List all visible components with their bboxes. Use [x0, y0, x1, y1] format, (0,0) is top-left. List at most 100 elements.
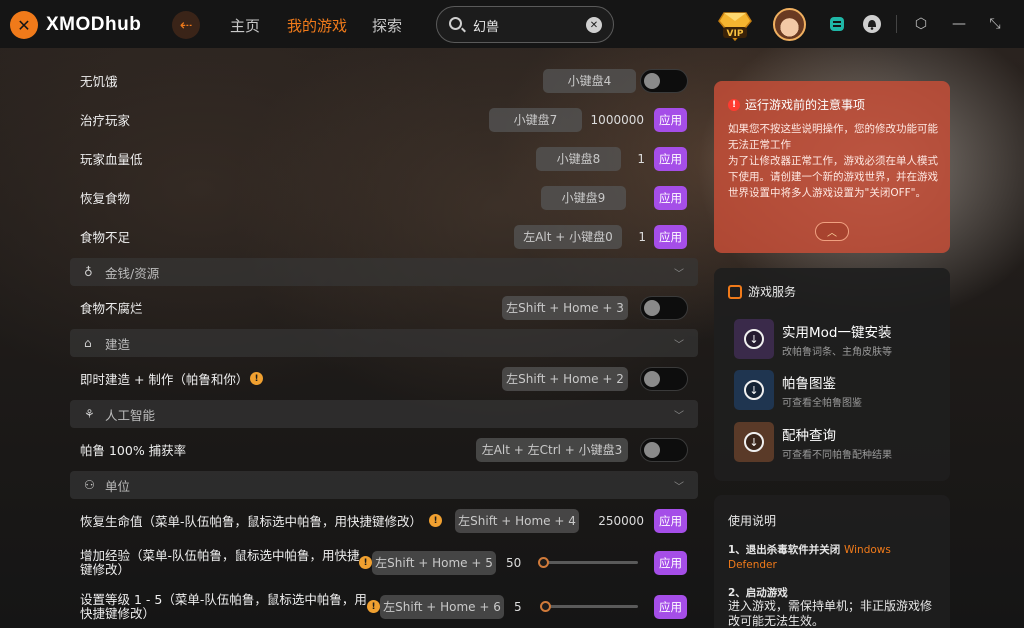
info-icon[interactable]: !	[367, 600, 380, 613]
section-money[interactable]: ♁ 金钱/资源 ﹀	[70, 258, 698, 286]
download-icon: ↓	[744, 432, 764, 452]
section-label: 建造	[105, 336, 131, 352]
value-slider[interactable]	[540, 601, 638, 612]
clear-search-icon[interactable]: ✕	[586, 17, 602, 33]
slider-thumb[interactable]	[540, 601, 551, 612]
hotkey-badge[interactable]: 小键盘9	[541, 185, 626, 210]
toggle-knob	[644, 72, 660, 89]
service-item[interactable]: ↓ 实用Mod一键安装 改帕鲁词条、主角皮肤等	[734, 316, 944, 360]
value-field[interactable]: 1	[622, 230, 646, 244]
apply-button[interactable]: 应用	[654, 594, 687, 619]
section-build[interactable]: ⌂ 建造 ﹀	[70, 329, 698, 357]
mod-row: 玩家血量低 小键盘8 1 应用	[70, 141, 694, 176]
service-name: 配种查询	[782, 428, 836, 444]
slider-thumb[interactable]	[538, 557, 549, 568]
mod-row: 恢复生命值（菜单-队伍帕鲁，鼠标选中帕鲁，用快捷键修改） ! 左Shift + …	[70, 503, 694, 538]
notice-body: 如果您不按这些说明操作，您的修改功能可能无法正常工作 为了让修改器正常工作，游戏…	[728, 123, 938, 199]
mod-row: 治疗玩家 小键盘7 1000000 应用	[70, 102, 694, 137]
nav-my-games[interactable]: 我的游戏	[287, 15, 347, 36]
info-icon[interactable]: !	[359, 556, 372, 569]
apply-button[interactable]: 应用	[654, 185, 687, 210]
section-ai[interactable]: ⚘ 人工智能 ﹀	[70, 400, 698, 428]
value-field[interactable]: 1	[621, 152, 645, 166]
chevron-up-icon[interactable]: ︿	[815, 222, 849, 241]
settings-icon[interactable]: ⬡	[911, 14, 931, 34]
mod-label: 治疗玩家	[80, 113, 131, 128]
toggle-knob	[644, 370, 660, 387]
top-bar: ✕ XMODhub ⇠ 主页 我的游戏 探索 ✕ VIP ⬡ — ⤡	[0, 0, 1024, 48]
apply-button[interactable]: 应用	[654, 146, 687, 171]
mod-row: 食物不足 左Alt + 小键盘0 1 应用	[70, 219, 694, 254]
section-label: 单位	[105, 478, 131, 494]
apply-button[interactable]: 应用	[654, 107, 687, 132]
value-field[interactable]: 5	[514, 600, 534, 614]
toggle-switch[interactable]	[640, 68, 688, 93]
hotkey-badge[interactable]: 小键盘4	[543, 68, 636, 93]
notice-title-text: 运行游戏前的注意事项	[745, 98, 866, 112]
chevron-down-icon: ﹀	[674, 481, 684, 493]
mod-row: 恢复食物 小键盘9 应用	[70, 180, 694, 215]
hotkey-badge[interactable]: 小键盘8	[536, 146, 621, 171]
discord-icon[interactable]	[827, 14, 847, 34]
usage-guide-card: 使用说明 1、退出杀毒软件并关闭 Windows Defender 2、启动游戏…	[714, 495, 950, 628]
service-item[interactable]: ↓ 帕鲁图鉴 可查看全帕鲁图鉴	[734, 367, 944, 411]
avatar[interactable]	[773, 8, 806, 41]
toggle-switch[interactable]	[640, 366, 688, 391]
xmod-logo-icon: ✕	[10, 11, 38, 39]
hotkey-badge[interactable]: 左Shift + Home + 4	[455, 508, 579, 533]
mod-label: 食物不足	[80, 230, 131, 245]
hotkey-badge[interactable]: 左Shift + Home + 6	[380, 594, 504, 619]
value-slider[interactable]	[538, 557, 638, 568]
toggle-knob	[644, 441, 660, 458]
apply-button[interactable]: 应用	[654, 224, 687, 249]
divider	[896, 15, 897, 33]
money-bag-icon: ♁	[84, 265, 93, 279]
mod-label: 帕鲁 100% 捕获率	[80, 443, 187, 458]
warning-icon: !	[728, 98, 740, 111]
section-label: 金钱/资源	[105, 265, 160, 281]
mod-row: 帕鲁 100% 捕获率 左Alt + 左Ctrl + 小键盘3	[70, 432, 694, 467]
search-input[interactable]	[473, 16, 583, 34]
back-arrow-icon[interactable]: ⇠	[172, 11, 200, 39]
nav-home[interactable]: 主页	[230, 15, 260, 36]
nav-explore[interactable]: 探索	[372, 15, 402, 36]
chevron-down-icon: ﹀	[674, 339, 684, 351]
vip-badge-icon[interactable]: VIP	[718, 9, 752, 41]
service-desc: 可查看全帕鲁图鉴	[782, 398, 862, 409]
mod-row: 即时建造 + 制作（帕鲁和你） ! 左Shift + Home + 2	[70, 361, 694, 396]
service-thumbnail: ↓	[734, 422, 774, 462]
mod-label: 设置等级 1 - 5（菜单-队伍帕鲁，鼠标选中帕鲁，用快捷键修改）	[80, 591, 367, 621]
toggle-switch[interactable]	[640, 295, 688, 320]
section-unit[interactable]: ⚇ 单位 ﹀	[70, 471, 698, 499]
apply-button[interactable]: 应用	[654, 550, 687, 575]
hotkey-badge[interactable]: 左Shift + Home + 2	[502, 366, 628, 391]
guide-step-1-text: 1、退出杀毒软件并关闭	[728, 544, 841, 556]
app-logo[interactable]: ✕ XMODhub	[10, 11, 141, 39]
search-box[interactable]: ✕	[436, 6, 614, 43]
chevron-down-icon: ﹀	[674, 410, 684, 422]
service-desc: 改帕鲁词条、主角皮肤等	[782, 347, 892, 358]
info-icon[interactable]: !	[250, 372, 263, 385]
mod-label: 即时建造 + 制作（帕鲁和你）	[80, 372, 249, 387]
value-field[interactable]: 50	[506, 556, 530, 570]
value-field[interactable]: 250000	[584, 514, 644, 528]
value-field[interactable]: 1000000	[582, 113, 644, 127]
hotkey-badge[interactable]: 左Alt + 左Ctrl + 小键盘3	[476, 437, 628, 462]
mod-label: 增加经验（菜单-队伍帕鲁，鼠标选中帕鲁，用快捷键修改）	[80, 547, 360, 577]
hotkey-badge[interactable]: 左Shift + Home + 5	[372, 550, 496, 575]
download-icon: ↓	[744, 329, 764, 349]
service-thumbnail: ↓	[734, 370, 774, 410]
hotkey-badge[interactable]: 小键盘7	[489, 107, 582, 132]
section-label: 人工智能	[105, 407, 156, 423]
service-item[interactable]: ↓ 配种查询 可查看不同帕鲁配种结果	[734, 419, 944, 463]
close-icon[interactable]: ⤡	[985, 14, 1005, 34]
toggle-switch[interactable]	[640, 437, 688, 462]
notification-icon[interactable]	[862, 14, 882, 34]
apply-button[interactable]: 应用	[654, 508, 687, 533]
info-icon[interactable]: !	[429, 514, 442, 527]
services-title: 游戏服务	[728, 283, 796, 300]
hotkey-badge[interactable]: 左Shift + Home + 3	[502, 295, 628, 320]
minimize-icon[interactable]: —	[949, 14, 969, 34]
hotkey-badge[interactable]: 左Alt + 小键盘0	[514, 224, 622, 249]
guide-step-2-desc: 进入游戏，需保持单机；非正版游戏修改可能无法生效。	[728, 599, 933, 628]
